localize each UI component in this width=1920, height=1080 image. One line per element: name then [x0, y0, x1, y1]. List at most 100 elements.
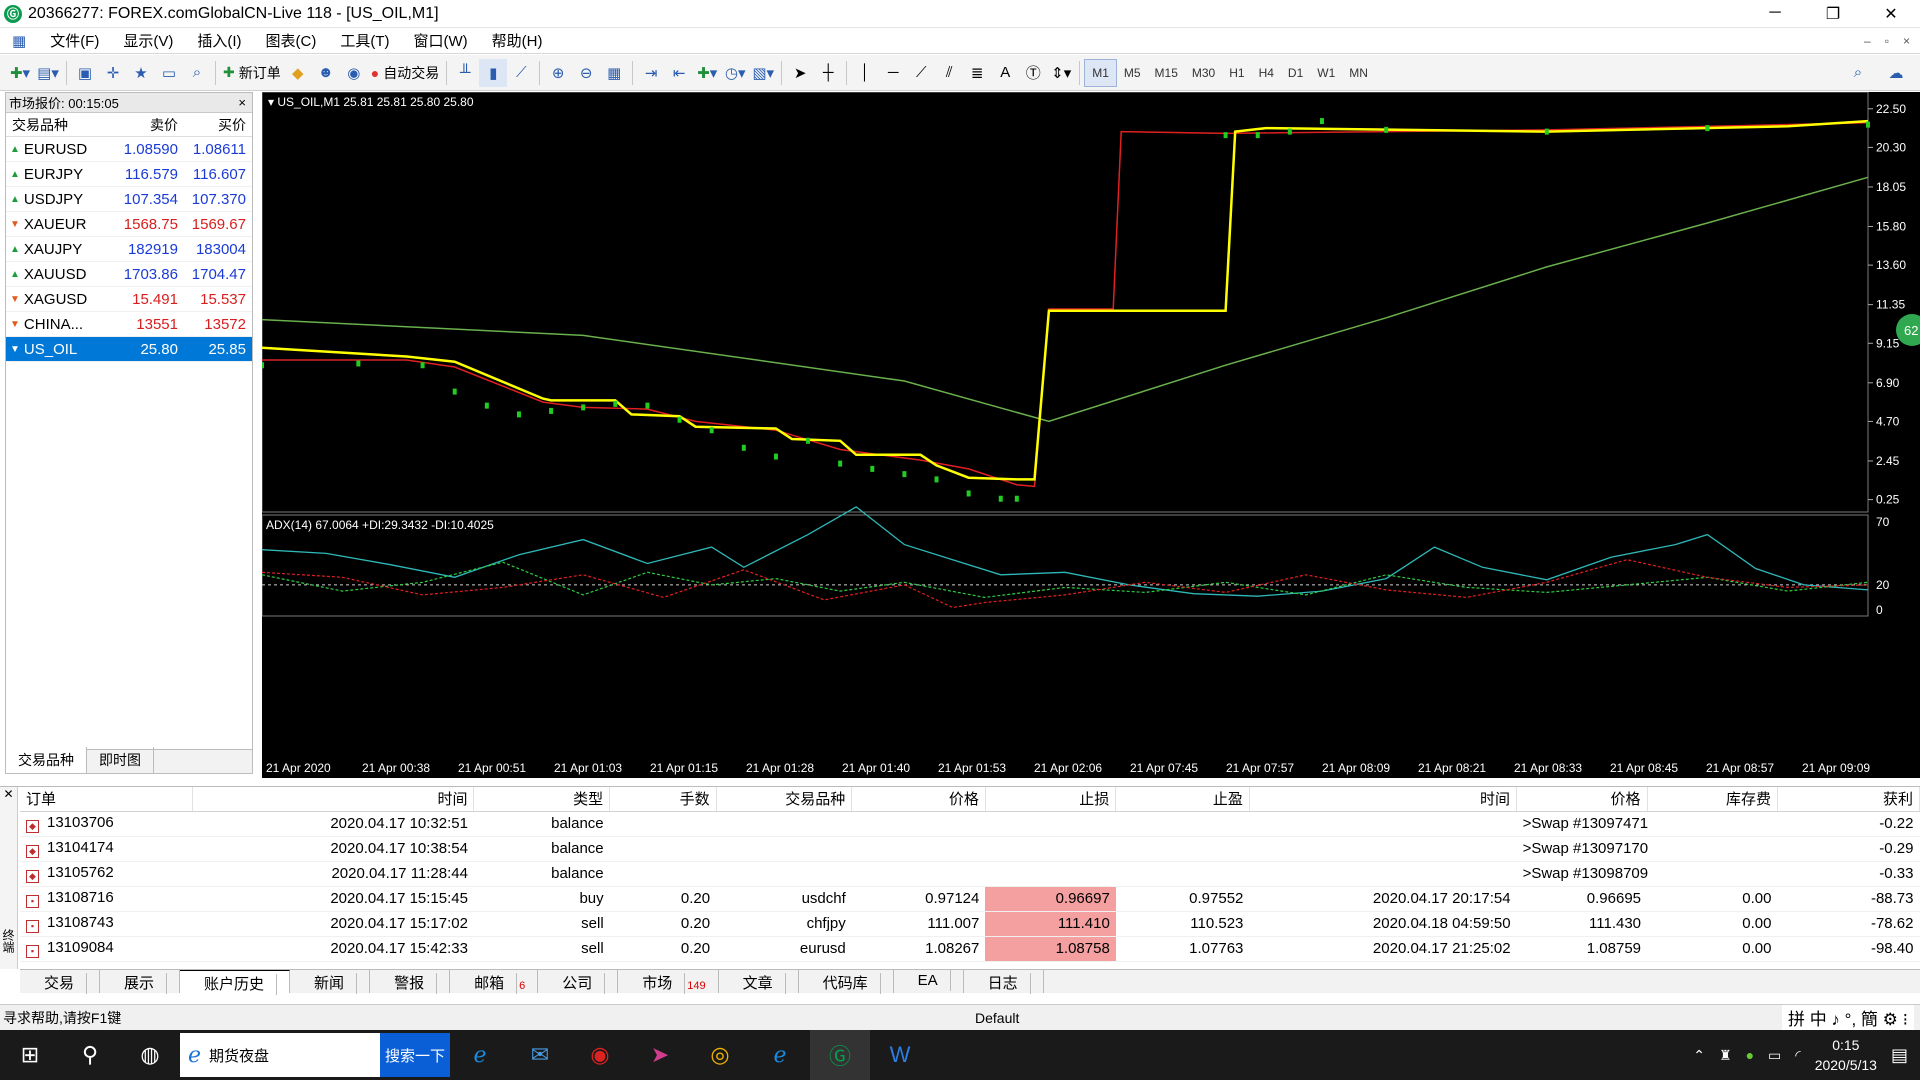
market-watch-close-button[interactable]: ×: [238, 95, 246, 110]
col-9[interactable]: 价格: [1516, 787, 1648, 812]
col-8[interactable]: 时间: [1249, 787, 1518, 812]
terminal-tab-10[interactable]: EA: [894, 970, 964, 993]
table-row[interactable]: ◆ 13104174 2020.04.17 10:38:54 balance >Swap…: [20, 836, 1920, 862]
ime-toolbar[interactable]: 拼 中 ♪ °, 簡 ⚙ ⁝: [1781, 1005, 1914, 1030]
table-row[interactable]: ▪ 13109084 2020.04.17 15:42:33 sell 0.20 euru…: [20, 936, 1920, 962]
periods-icon[interactable]: ◷▾: [721, 59, 749, 87]
search-icon[interactable]: ⌕: [1844, 59, 1872, 87]
col-6[interactable]: 止损: [985, 787, 1117, 812]
search-icon[interactable]: ⚲: [60, 1030, 120, 1080]
tf-d1[interactable]: D1: [1281, 59, 1310, 87]
tf-m5[interactable]: M5: [1117, 59, 1148, 87]
navigator-icon[interactable]: ★: [127, 59, 155, 87]
metaeditor-icon[interactable]: ◆: [284, 59, 312, 87]
col-ask[interactable]: 买价: [182, 115, 252, 135]
vertical-line-icon[interactable]: │: [851, 59, 879, 87]
auto-trading-button[interactable]: ● 自动交易: [368, 59, 442, 87]
terminal-tab-0[interactable]: 交易: [20, 970, 101, 994]
close-button[interactable]: ✕: [1862, 4, 1920, 24]
mt4-task-icon[interactable]: Ⓖ: [810, 1030, 870, 1080]
chart-canvas[interactable]: ▾ US_OIL,M1 25.81 25.81 25.80 25.80 ADX(1…: [262, 92, 1920, 778]
terminal-tab-8[interactable]: 文章: [719, 970, 799, 994]
symbol-row-us_oil[interactable]: ▼ US_OIL 25.80 25.85: [6, 337, 252, 362]
menu-window[interactable]: 窗口(W): [402, 30, 480, 51]
ie-task-icon[interactable]: ℯ: [750, 1030, 810, 1080]
col-11[interactable]: 获利: [1777, 787, 1920, 812]
terminal-tab-11[interactable]: 日志: [964, 970, 1044, 994]
new-chart-icon[interactable]: ✚ ▾: [6, 59, 34, 87]
tf-w1[interactable]: W1: [1310, 59, 1342, 87]
menu-insert[interactable]: 插入(I): [185, 30, 253, 51]
chart-window[interactable]: ▾ US_OIL,M1 25.81 25.81 25.80 25.80 ADX(1…: [262, 92, 1920, 778]
trendline-icon[interactable]: ⟋: [907, 59, 935, 87]
terminal-tab-3[interactable]: 新闻: [290, 970, 371, 994]
new-order-button[interactable]: ✚ 新订单: [220, 59, 284, 87]
col-10[interactable]: 库存费: [1647, 787, 1778, 812]
taskbar-search-button[interactable]: 搜索一下: [380, 1033, 450, 1077]
table-row[interactable]: ◆ 13103706 2020.04.17 10:32:51 balance >Swap…: [20, 811, 1920, 837]
mdi-restore-button[interactable]: ▫: [1885, 34, 1889, 48]
terminal-close-icon[interactable]: ✕: [0, 787, 17, 801]
mdi-close-button[interactable]: ×: [1903, 34, 1910, 48]
tf-mn[interactable]: MN: [1342, 59, 1375, 87]
wps-icon[interactable]: W: [870, 1030, 930, 1080]
col-0[interactable]: 订单: [20, 787, 193, 812]
chart-shift-icon[interactable]: ⇤: [665, 59, 693, 87]
terminal-tab-9[interactable]: 代码库: [799, 970, 894, 994]
terminal-tab-6[interactable]: 公司: [538, 970, 619, 994]
app-360-icon[interactable]: ◍: [120, 1030, 180, 1080]
tray-green-icon[interactable]: ●: [1746, 1047, 1754, 1063]
indicators-icon[interactable]: ✚ ▾: [693, 59, 721, 87]
text-label-icon[interactable]: Ⓣ: [1019, 59, 1047, 87]
windows-start-icon[interactable]: ⊞: [0, 1030, 60, 1080]
tab-symbols[interactable]: 交易品种: [6, 747, 87, 773]
terminal-icon[interactable]: ▭: [155, 59, 183, 87]
col-2[interactable]: 类型: [473, 787, 611, 812]
col-symbol[interactable]: 交易品种: [6, 115, 110, 135]
terminal-tab-1[interactable]: 展示: [100, 970, 181, 994]
app-arrow-icon[interactable]: ➤: [630, 1030, 690, 1080]
data-window-icon[interactable]: ✛: [99, 59, 127, 87]
zoom-out-icon[interactable]: ⊖: [572, 59, 600, 87]
tf-h4[interactable]: H4: [1252, 59, 1281, 87]
fibonacci-icon[interactable]: ≣: [963, 59, 991, 87]
tf-h1[interactable]: H1: [1222, 59, 1251, 87]
cursor-icon[interactable]: ➤: [786, 59, 814, 87]
battery-icon[interactable]: ▭: [1768, 1047, 1781, 1064]
mdi-minimize-button[interactable]: –: [1864, 34, 1871, 48]
wifi-icon[interactable]: ◜: [1795, 1047, 1800, 1064]
symbol-row-xaujpy[interactable]: ▲ XAUJPY 182919 183004: [6, 237, 252, 262]
menu-file[interactable]: 文件(F): [38, 30, 111, 51]
restore-button[interactable]: ❐: [1804, 4, 1862, 24]
symbol-row-eurusd[interactable]: ▲ EURUSD 1.08590 1.08611: [6, 137, 252, 162]
terminal-tab-7[interactable]: 市场 149: [618, 970, 719, 994]
col-7[interactable]: 止盈: [1115, 787, 1250, 812]
clock[interactable]: 0:15 2020/5/13: [1815, 1035, 1877, 1075]
channel-icon[interactable]: ⫽: [935, 59, 963, 87]
menu-help[interactable]: 帮助(H): [480, 30, 555, 51]
menu-view[interactable]: 显示(V): [111, 30, 185, 51]
menu-tools[interactable]: 工具(T): [328, 30, 401, 51]
symbol-row-xagusd[interactable]: ▼ XAGUSD 15.491 15.537: [6, 287, 252, 312]
symbol-row-xaueur[interactable]: ▼ XAUEUR 1568.75 1569.67: [6, 212, 252, 237]
text-tool-icon[interactable]: A: [991, 59, 1019, 87]
app-menu-icon[interactable]: ▦: [0, 32, 38, 50]
tf-m1[interactable]: M1: [1084, 58, 1117, 87]
chrome-icon[interactable]: ◎: [690, 1030, 750, 1080]
symbol-row-eurjpy[interactable]: ▲ EURJPY 116.579 116.607: [6, 162, 252, 187]
tf-m15[interactable]: M15: [1148, 59, 1185, 87]
taskbar-ie-window[interactable]: ℯ 期货夜盘: [180, 1033, 380, 1077]
tf-m30[interactable]: M30: [1185, 59, 1222, 87]
menu-charts[interactable]: 图表(C): [254, 30, 329, 51]
templates-icon[interactable]: ▧▾: [749, 59, 777, 87]
profiles-icon[interactable]: ▤▾: [34, 59, 62, 87]
line-chart-icon[interactable]: ⟋: [507, 59, 535, 87]
tray-chevron-icon[interactable]: ⌃: [1693, 1047, 1705, 1064]
mail-icon[interactable]: ✉: [510, 1030, 570, 1080]
terminal-tab-5[interactable]: 邮箱 6: [450, 970, 539, 994]
market-watch-icon[interactable]: ▣: [71, 59, 99, 87]
symbol-row-usdjpy[interactable]: ▲ USDJPY 107.354 107.370: [6, 187, 252, 212]
edge-icon[interactable]: ℯ: [450, 1030, 510, 1080]
table-row[interactable]: ▪ 13108716 2020.04.17 15:15:45 buy 0.20 usdch…: [20, 886, 1920, 912]
arrows-icon[interactable]: ⇕▾: [1047, 59, 1075, 87]
